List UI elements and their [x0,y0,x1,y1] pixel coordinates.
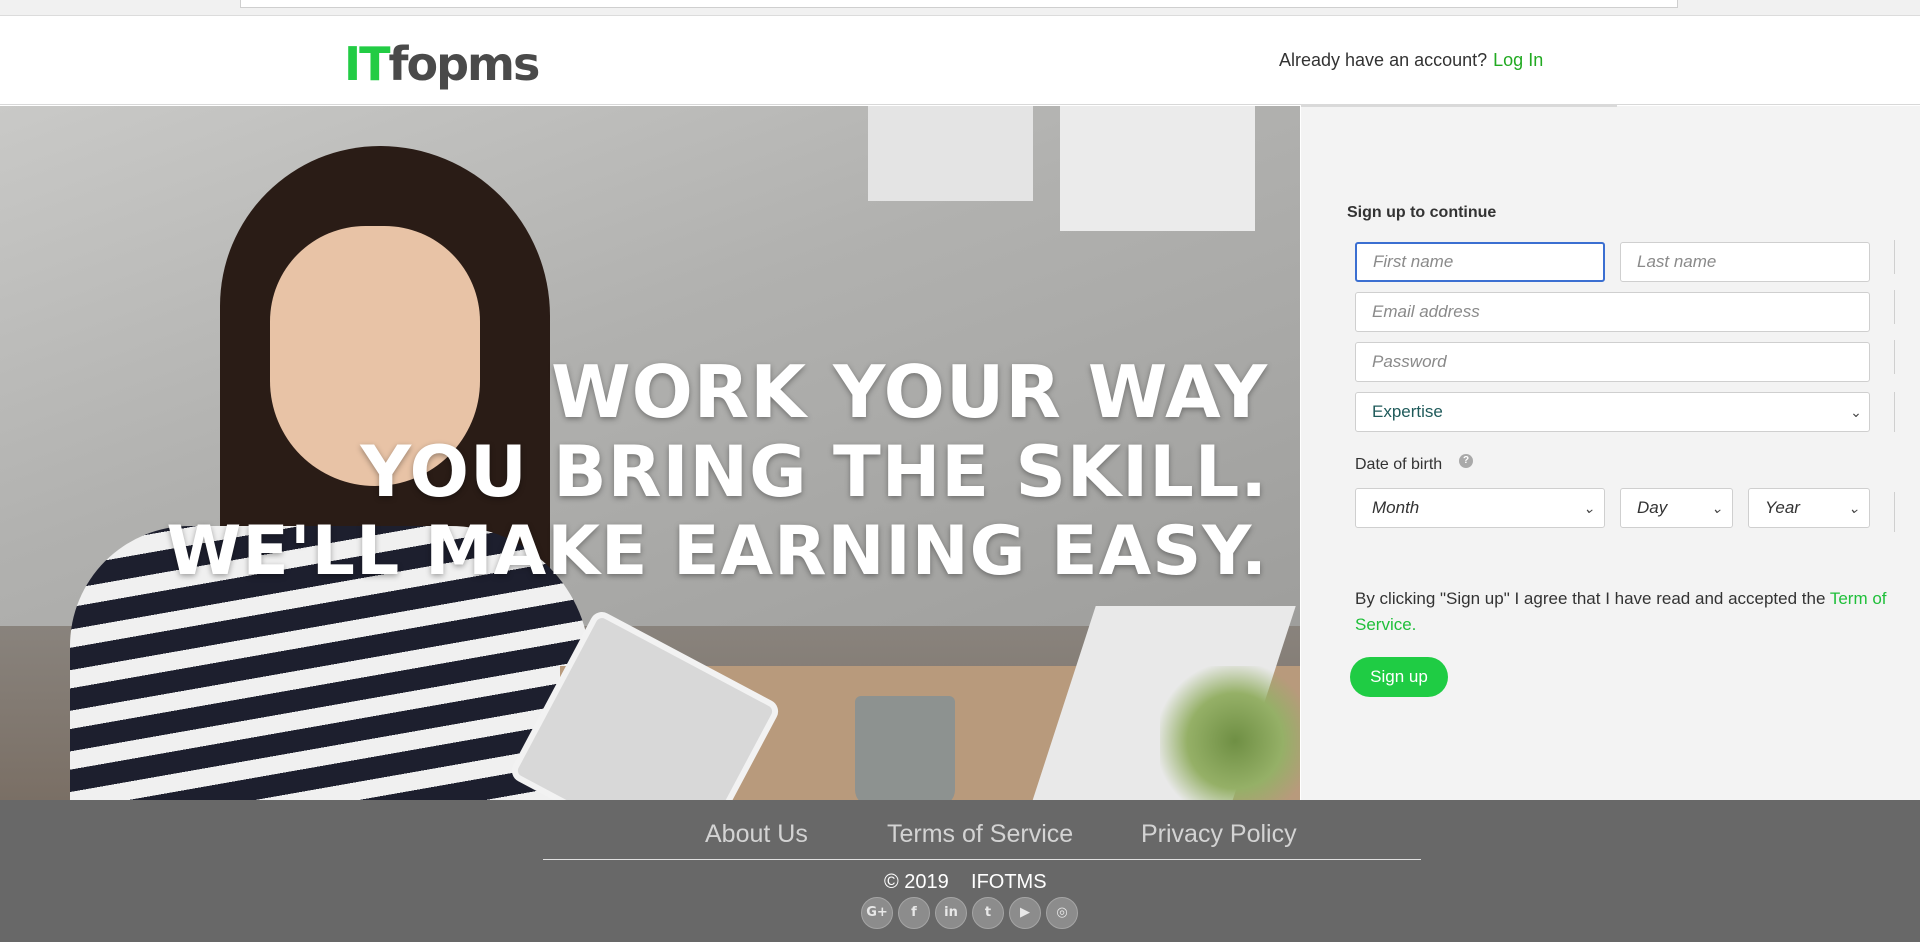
site-footer: About Us Terms of Service Privacy Policy… [0,800,1920,942]
hero-line-3: WE'LL MAKE EARNING EASY. [166,512,1268,591]
youtube-icon[interactable]: ▶ [1009,897,1041,929]
panel-edge-tick [1894,392,1895,432]
site-logo[interactable]: ITfopms [344,41,540,87]
linkedin-icon[interactable]: in [935,897,967,929]
last-name-input[interactable] [1620,242,1870,282]
footer-link-terms[interactable]: Terms of Service [887,820,1073,849]
hero-mug [855,696,955,800]
logo-prefix: IT [344,37,390,91]
account-prompt-text: Already have an account? [1279,50,1488,70]
chevron-down-icon: ⌄ [1583,500,1595,516]
hero-line-2: YOU BRING THE SKILL. [360,431,1268,513]
hero-line-1: WORK YOUR WAY [551,350,1268,434]
email-input[interactable] [1355,292,1870,332]
google-plus-icon[interactable]: G+ [861,897,893,929]
chevron-down-icon: ⌄ [1848,500,1860,516]
month-select[interactable]: Month ⌄ [1355,488,1605,528]
day-value: Day [1637,498,1668,517]
hero-poster [868,106,1033,201]
year-value: Year [1765,498,1800,517]
hero-image: WORK YOUR WAY YOU BRING THE SKILL. WE'LL… [0,106,1300,800]
year-select[interactable]: Year ⌄ [1748,488,1870,528]
twitter-icon[interactable]: t [972,897,1004,929]
day-select[interactable]: Day ⌄ [1620,488,1733,528]
chevron-down-icon: ⌄ [1850,404,1862,420]
first-name-input[interactable] [1355,242,1605,282]
hero-plant [1160,666,1300,800]
instagram-icon[interactable]: ◎ [1046,897,1078,929]
signup-button[interactable]: Sign up [1350,657,1448,697]
logo-suffix: fopms [388,37,541,91]
expertise-select[interactable]: Expertise ⌄ [1355,392,1870,432]
panel-edge-tick [1894,340,1895,374]
top-bar-field [240,0,1678,8]
password-input[interactable] [1355,342,1870,382]
terms-agreement: By clicking "Sign up" I agree that I hav… [1355,586,1900,638]
chevron-down-icon: ⌄ [1711,500,1723,516]
copyright: © 2019 IFOTMS [884,871,1047,893]
panel-edge-tick [1894,290,1895,324]
social-links: G+ f in t ▶ ◎ [861,897,1078,929]
facebook-icon[interactable]: f [898,897,930,929]
footer-link-privacy[interactable]: Privacy Policy [1141,820,1297,849]
hero-poster [1060,106,1255,231]
hero-headline: WORK YOUR WAY YOU BRING THE SKILL. WE'LL… [166,352,1268,592]
dob-label: Date of birth [1355,456,1443,473]
panel-top-divider [1301,104,1617,107]
panel-edge-tick [1894,492,1895,532]
footer-link-about[interactable]: About Us [705,820,808,849]
help-icon[interactable]: ? [1459,454,1473,468]
month-value: Month [1372,498,1420,517]
account-prompt: Already have an account? Log In [1279,50,1543,71]
browser-top-strip [0,0,1920,16]
footer-links: About Us Terms of Service Privacy Policy [0,820,1920,850]
expertise-value: Expertise [1372,402,1443,421]
terms-agreement-text: By clicking "Sign up" I agree that I hav… [1355,589,1830,608]
site-header: ITfopms Already have an account? Log In [0,16,1920,105]
login-link[interactable]: Log In [1493,50,1543,70]
signup-title: Sign up to continue [1347,204,1497,221]
footer-divider [543,859,1421,860]
panel-edge-tick [1894,240,1895,274]
